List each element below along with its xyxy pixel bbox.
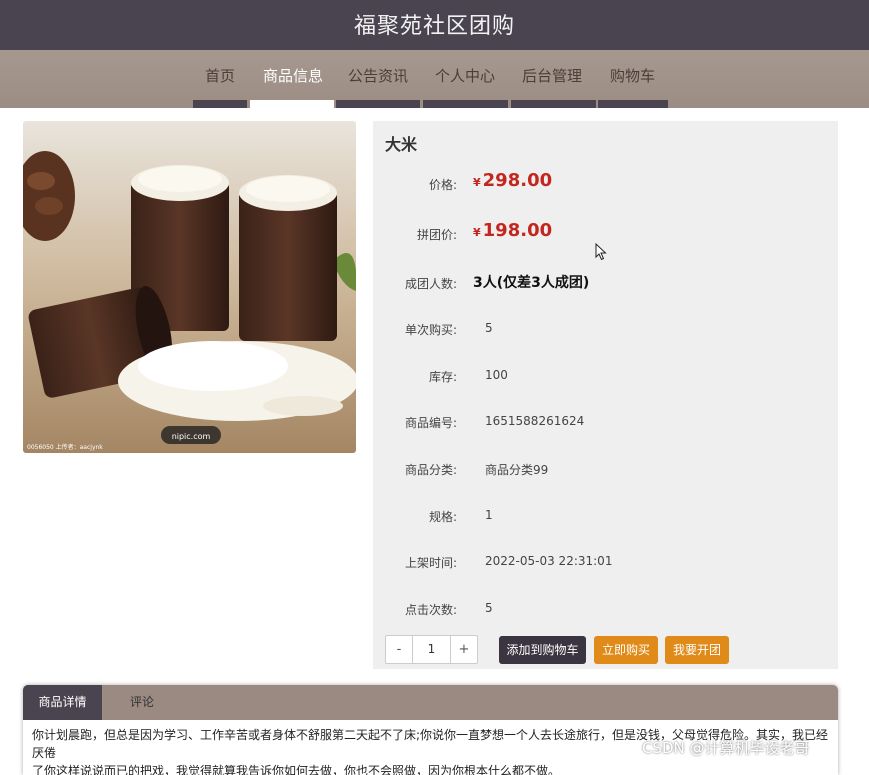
buy-now-button[interactable]: 立即购买 <box>594 636 658 664</box>
main-nav: 首页 商品信息 公告资讯 个人中心 后台管理 购物车 <box>0 50 869 108</box>
clicks-label: 点击次数: <box>404 603 457 617</box>
rice-photo: nipic.com 0056050 上传者：aacjynk <box>23 121 356 453</box>
price-label: 价格: <box>428 178 457 192</box>
currency-symbol: ¥ <box>473 176 481 189</box>
spec-label: 规格: <box>428 510 457 524</box>
csdn-watermark: CSDN @计算机毕设老哥 <box>642 739 810 757</box>
site-title: 福聚苑社区团购 <box>353 14 515 39</box>
stock-label: 库存: <box>428 370 457 384</box>
nav-item-home[interactable]: 首页 <box>205 65 235 86</box>
code-value: 1651588261624 <box>485 414 585 428</box>
detail-tab-strip: 商品详情 评论 <box>23 685 838 720</box>
product-detail-section: 商品详情 评论 你计划晨跑，但总是因为学习、工作辛苦或者身体不舒服第二天起不了床… <box>23 685 838 775</box>
price-value: ¥298.00 <box>473 170 552 191</box>
group-size-value: 3人(仅差3人成团) <box>473 275 590 291</box>
quantity-decrease-button[interactable]: - <box>386 636 412 663</box>
nav-item-profile[interactable]: 个人中心 <box>435 65 495 86</box>
nav-item-products[interactable]: 商品信息 <box>263 65 323 86</box>
nav-indicator-home <box>193 100 247 108</box>
tab-product-details[interactable]: 商品详情 <box>23 685 102 720</box>
tab-comments[interactable]: 评论 <box>102 685 182 720</box>
mouse-cursor-icon <box>595 243 607 261</box>
per-order-label: 单次购买: <box>404 323 457 337</box>
per-order-value: 5 <box>485 321 493 335</box>
quantity-input[interactable]: 1 <box>412 636 451 663</box>
group-price-amount: 198.00 <box>482 220 553 241</box>
nav-indicator-cart <box>598 100 668 108</box>
start-group-button[interactable]: 我要开团 <box>665 636 729 664</box>
quantity-stepper: - 1 + <box>385 635 478 664</box>
listed-time-value: 2022-05-03 22:31:01 <box>485 554 613 568</box>
listed-time-label: 上架时间: <box>404 556 457 570</box>
product-info-panel: 大米 价格: ¥298.00 拼团价: ¥198.00 成团人数: 3人(仅差3… <box>373 121 838 669</box>
group-size-label: 成团人数: <box>404 277 457 291</box>
site-header: 福聚苑社区团购 <box>0 0 869 50</box>
nav-item-news[interactable]: 公告资讯 <box>348 65 408 86</box>
currency-symbol: ¥ <box>473 226 481 239</box>
category-label: 商品分类: <box>404 463 457 477</box>
clicks-value: 5 <box>485 601 493 615</box>
nav-indicator-news <box>336 100 420 108</box>
group-price-label: 拼团价: <box>416 228 457 242</box>
image-caption: 0056050 上传者：aacjynk <box>27 443 103 451</box>
nav-item-cart[interactable]: 购物车 <box>610 65 655 86</box>
nav-indicator-admin <box>511 100 596 108</box>
price-amount: 298.00 <box>482 170 553 191</box>
product-image: nipic.com 0056050 上传者：aacjynk <box>23 121 356 453</box>
product-name: 大米 <box>385 135 418 154</box>
nav-indicator-profile <box>423 100 508 108</box>
quantity-increase-button[interactable]: + <box>451 636 477 663</box>
spec-value: 1 <box>485 508 493 522</box>
stock-value: 100 <box>485 368 508 382</box>
group-price-value: ¥198.00 <box>473 220 552 241</box>
category-value: 商品分类99 <box>485 463 549 477</box>
add-to-cart-button[interactable]: 添加到购物车 <box>499 636 586 664</box>
image-watermark: nipic.com <box>172 432 211 441</box>
nav-item-admin[interactable]: 后台管理 <box>522 65 582 86</box>
nav-indicator-products <box>250 100 334 108</box>
code-label: 商品编号: <box>404 416 457 430</box>
description-line: 了你这样说说而已的把戏，我觉得就算我告诉你如何去做，你也不会照做，因为你根本什么… <box>32 764 561 775</box>
